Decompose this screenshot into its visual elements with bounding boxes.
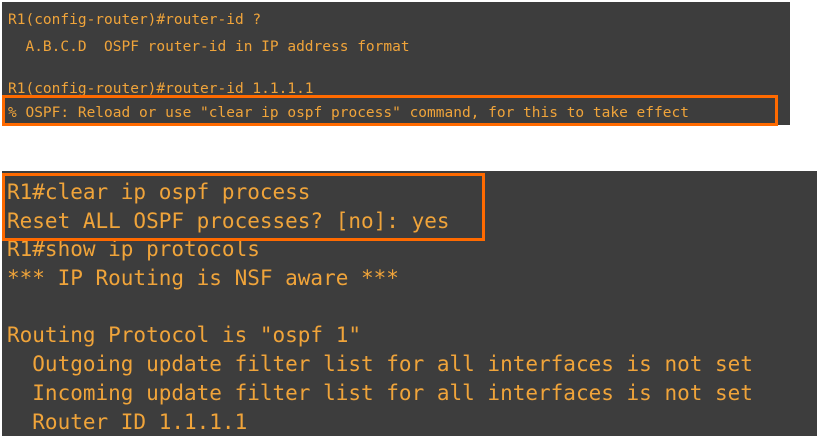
- terminal-line: Incoming update filter list for all inte…: [7, 381, 753, 405]
- highlight-box-ospf-warning: [2, 95, 778, 126]
- highlight-box-clear-process: [2, 173, 485, 241]
- terminal-line: A.B.C.D OSPF router-id in IP address for…: [8, 39, 410, 55]
- terminal-line: Routing Protocol is "ospf 1": [7, 323, 362, 347]
- terminal-line: Router ID 1.1.1.1: [7, 410, 248, 434]
- terminal-line: R1(config-router)#router-id ?: [8, 12, 262, 28]
- terminal-line: Outgoing update filter list for all inte…: [7, 352, 753, 376]
- terminal-line: *** IP Routing is NSF aware ***: [7, 266, 399, 290]
